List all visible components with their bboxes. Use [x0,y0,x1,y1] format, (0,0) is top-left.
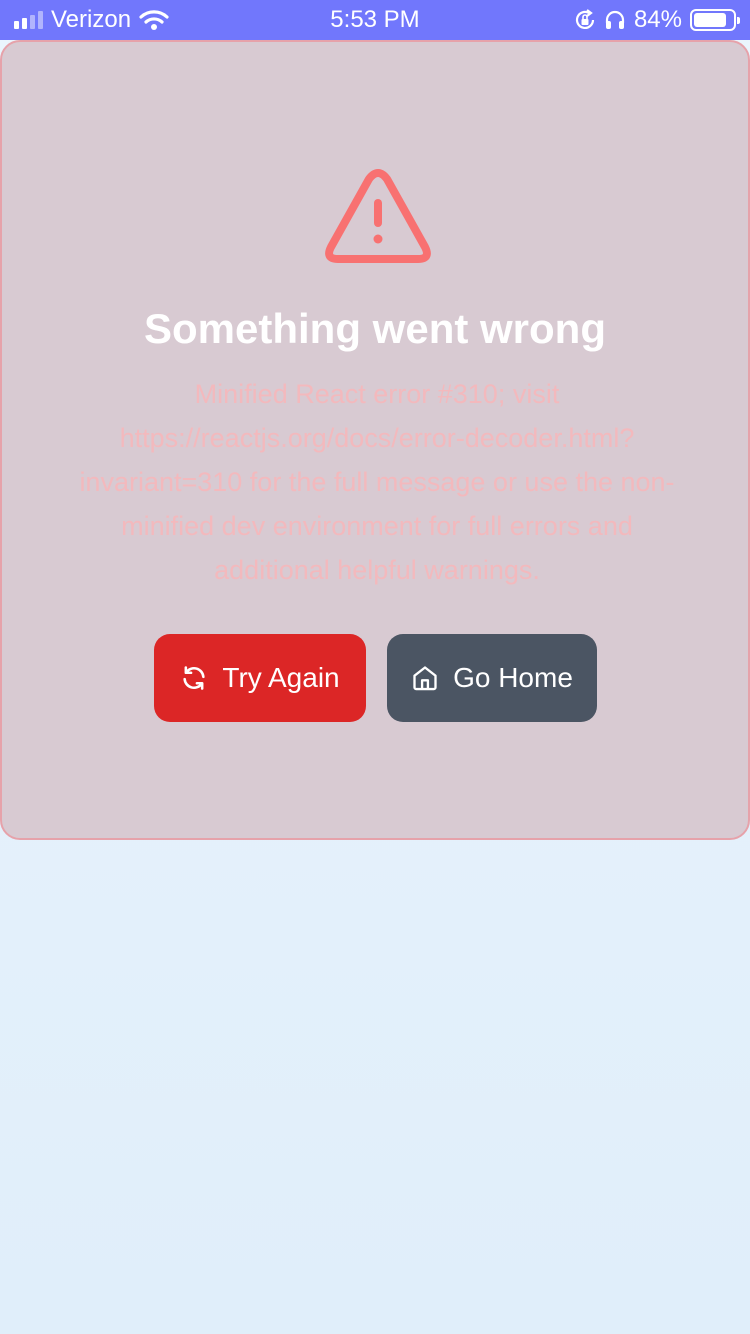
try-again-label: Try Again [222,662,340,693]
status-bar-left: Verizon [14,6,169,34]
error-title: Something went wrong [144,305,606,352]
home-icon [413,666,437,691]
error-message: Minified React error #310; visit https:/… [79,379,675,585]
refresh-icon [183,666,205,690]
alert-triangle-icon [325,169,431,263]
battery-percent: 84% [633,6,682,33]
carrier-name: Verizon [51,6,132,33]
battery-level [694,13,726,27]
wifi-icon [139,10,169,30]
orientation-lock-icon [575,9,595,29]
go-home-button[interactable]: Go Home [387,634,597,722]
battery-icon [690,9,740,31]
headphones-icon [605,10,625,29]
status-bar: Verizon 5:53 PM 84% [0,0,750,40]
error-card: Something went wrong Minified React erro… [0,40,750,840]
signal-strength-icon [14,11,43,29]
go-home-label: Go Home [453,662,573,693]
try-again-button[interactable]: Try Again [154,634,366,722]
status-bar-right: 84% [574,6,740,34]
